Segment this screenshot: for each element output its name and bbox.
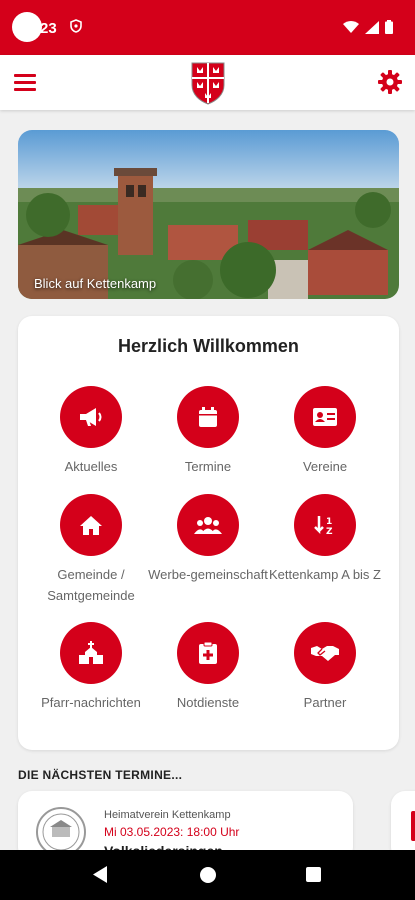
- tile-notdienste[interactable]: Notdienste: [148, 622, 268, 713]
- tile-label: Notdienste: [176, 695, 240, 710]
- upcoming-events-heading: DIE NÄCHSTEN TERMINE...: [18, 768, 183, 782]
- tile-label: Pfarr-nachrichten: [41, 695, 141, 710]
- megaphone-icon: [60, 386, 122, 448]
- event-organizer: Heimatverein Kettenkamp: [104, 809, 231, 821]
- church-icon: [60, 622, 122, 684]
- event-date: Mi 03.05.2023: 18:00 Uhr: [104, 825, 240, 839]
- wifi-icon: [343, 20, 359, 39]
- tile-label: Partner: [303, 695, 347, 710]
- status-icons: [343, 20, 393, 39]
- handshake-icon: [294, 622, 356, 684]
- welcome-title: Herzlich Willkommen: [118, 336, 299, 356]
- tile-aktuelles[interactable]: Aktuelles: [31, 386, 151, 477]
- menu-icon[interactable]: [14, 71, 36, 93]
- back-icon[interactable]: [93, 866, 107, 888]
- tile-vereine[interactable]: Vereine: [265, 386, 385, 477]
- town-crest-logo: [190, 61, 226, 105]
- welcome-card: Herzlich Willkommen Aktuelles Termine Ve…: [18, 316, 399, 750]
- status-bar: 23: [0, 0, 415, 55]
- calendar-icon: [177, 386, 239, 448]
- tile-gemeinde[interactable]: Gemeinde / Samtgemeinde: [31, 494, 151, 606]
- battery-icon: [385, 20, 393, 39]
- tile-label: Kettenkamp A bis Z: [268, 567, 381, 582]
- shield-icon: [70, 19, 82, 36]
- svg-text:1: 1: [326, 517, 332, 527]
- home-icon: [60, 494, 122, 556]
- tile-termine[interactable]: Termine: [148, 386, 268, 477]
- tile-label: Vereine: [302, 459, 348, 474]
- recents-icon[interactable]: [306, 867, 321, 882]
- tile-label: Termine: [184, 459, 232, 474]
- camera-cutout: [12, 12, 42, 42]
- hero-photo: [18, 130, 399, 299]
- medical-icon: [177, 622, 239, 684]
- system-nav-bar: [0, 850, 415, 900]
- app-bar: [0, 55, 415, 110]
- gear-icon[interactable]: [377, 69, 403, 95]
- tile-label: Werbe-gemeinschaft: [148, 567, 268, 582]
- id-card-icon: [294, 386, 356, 448]
- tile-label: Aktuelles: [64, 459, 118, 474]
- tile-a-bis-z[interactable]: 1Z Kettenkamp A bis Z: [265, 494, 385, 585]
- status-time: 23: [40, 20, 57, 37]
- svg-text:Z: Z: [326, 527, 333, 536]
- hero-banner[interactable]: Blick auf Kettenkamp: [18, 130, 399, 299]
- signal-icon: [365, 20, 379, 39]
- tile-pfarrnachrichten[interactable]: Pfarr-nachrichten: [31, 622, 151, 713]
- tile-werbegemeinschaft[interactable]: Werbe-gemeinschaft: [148, 494, 268, 585]
- group-icon: [177, 494, 239, 556]
- hero-caption: Blick auf Kettenkamp: [34, 276, 157, 291]
- tile-label: Gemeinde / Samtgemeinde: [47, 567, 135, 603]
- tile-partner[interactable]: Partner: [265, 622, 385, 713]
- home-button-icon[interactable]: [200, 867, 216, 883]
- sort-icon: 1Z: [294, 494, 356, 556]
- event-accent-bar: [411, 811, 415, 841]
